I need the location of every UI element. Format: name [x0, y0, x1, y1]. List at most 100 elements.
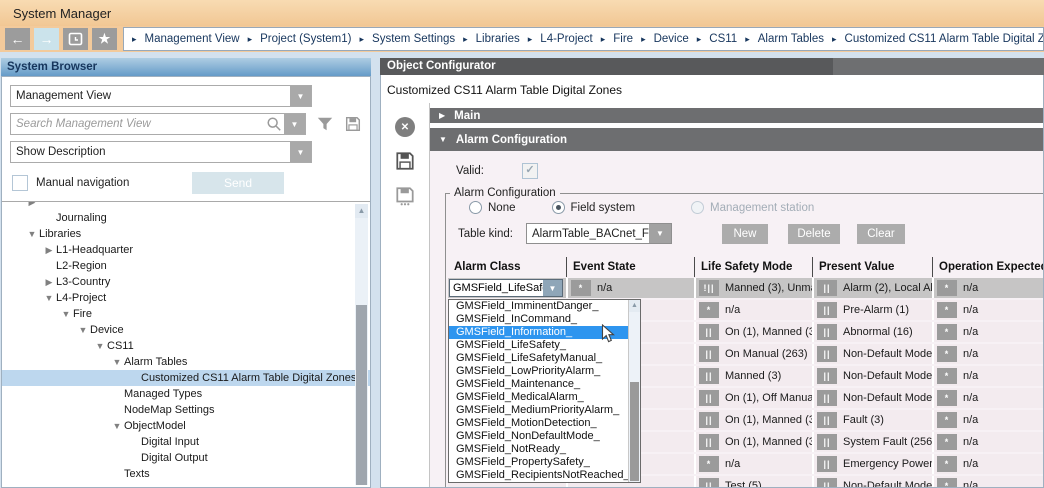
- alarm-class-editor[interactable]: GMSField_LifeSafe▼: [449, 279, 563, 297]
- tree-item[interactable]: ▶: [2, 201, 370, 210]
- discard-button[interactable]: ✕: [395, 117, 415, 137]
- manual-navigation-checkbox[interactable]: [12, 175, 28, 191]
- cell-life-safety-mode[interactable]: ||On (1), Off Manual: [694, 388, 812, 408]
- tree-item[interactable]: Customized CS11 Alarm Table Digital Zone…: [2, 370, 370, 386]
- valid-checkbox[interactable]: ✓: [522, 163, 538, 179]
- forward-button[interactable]: →: [34, 28, 59, 50]
- tree-item[interactable]: ▼Device: [2, 322, 370, 338]
- dropdown-item[interactable]: GMSField_MotionDetection_: [449, 417, 640, 430]
- chevron-down-icon[interactable]: ▼: [543, 280, 562, 296]
- tree-item[interactable]: Journaling: [2, 210, 370, 226]
- radio-field-system[interactable]: [552, 201, 565, 214]
- dropdown-item[interactable]: GMSField_NonDefaultMode_: [449, 430, 640, 443]
- cell-operation-expected[interactable]: *n/a: [932, 410, 1043, 430]
- expander-icon[interactable]: ▶: [42, 277, 56, 288]
- tree-item[interactable]: ▶L1-Headquarter: [2, 242, 370, 258]
- tree-item[interactable]: Texts: [2, 466, 370, 482]
- breadcrumb-item[interactable]: L4-Project: [540, 33, 592, 45]
- scroll-up-icon[interactable]: ▲: [629, 300, 640, 312]
- cell-present-value[interactable]: ||Emergency Power: [812, 454, 932, 474]
- cell-operation-expected[interactable]: *n/a: [932, 300, 1043, 320]
- expander-icon[interactable]: ▶: [25, 201, 39, 208]
- chevron-down-icon[interactable]: ▼: [290, 142, 311, 162]
- cell-present-value[interactable]: ||Alarm (2), Local Ala: [812, 278, 932, 298]
- cell-operation-expected[interactable]: *n/a: [932, 476, 1043, 487]
- send-button[interactable]: Send: [192, 172, 284, 194]
- dropdown-item[interactable]: GMSField_LowPriorityAlarm_: [449, 365, 640, 378]
- section-main[interactable]: ▶ Main: [430, 108, 1043, 123]
- cell-present-value[interactable]: ||Fault (3): [812, 410, 932, 430]
- cell-present-value[interactable]: ||System Fault (256): [812, 432, 932, 452]
- dropdown-item[interactable]: GMSField_MedicalAlarm_: [449, 391, 640, 404]
- dropdown-item[interactable]: GMSField_ImminentDanger_: [449, 300, 640, 313]
- expander-icon[interactable]: ▼: [59, 309, 73, 319]
- search-input[interactable]: [11, 117, 266, 131]
- expander-icon[interactable]: ▶: [42, 245, 56, 256]
- section-alarm-configuration[interactable]: ▼ Alarm Configuration: [430, 128, 1043, 151]
- expander-icon[interactable]: ▼: [110, 421, 124, 431]
- cell-life-safety-mode[interactable]: *n/a: [694, 454, 812, 474]
- chevron-down-icon[interactable]: ▼: [290, 86, 311, 106]
- breadcrumb-item[interactable]: Fire: [613, 33, 633, 45]
- dropdown-item[interactable]: GMSField_RecipientsNotReached_: [449, 469, 640, 482]
- delete-button[interactable]: Delete: [788, 224, 840, 244]
- scrollbar-thumb[interactable]: [630, 382, 639, 481]
- expander-icon[interactable]: ▼: [76, 325, 90, 335]
- tree-item[interactable]: ▼Fire: [2, 306, 370, 322]
- cell-operation-expected[interactable]: *n/a: [932, 344, 1043, 364]
- tree-scrollbar[interactable]: ▲: [355, 204, 368, 485]
- history-button[interactable]: [63, 28, 88, 50]
- new-button[interactable]: New: [722, 224, 768, 244]
- expander-icon[interactable]: ▼: [42, 293, 56, 303]
- chevron-down-icon[interactable]: ▼: [649, 224, 671, 243]
- scroll-up-icon[interactable]: ▲: [355, 204, 368, 218]
- expander-icon[interactable]: ▼: [110, 357, 124, 367]
- table-kind-selector[interactable]: AlarmTable_BACnet_FS20 ▼: [526, 223, 672, 244]
- cell-operation-expected[interactable]: *n/a: [932, 388, 1043, 408]
- chevron-down-icon[interactable]: ▼: [284, 114, 305, 134]
- tree-item[interactable]: ▼Alarm Tables: [2, 354, 370, 370]
- cell-life-safety-mode[interactable]: ||On (1), Manned (3): [694, 410, 812, 430]
- cell-present-value[interactable]: ||Pre-Alarm (1): [812, 300, 932, 320]
- tree-item[interactable]: Digital Input: [2, 434, 370, 450]
- tree-item[interactable]: ▼Libraries: [2, 226, 370, 242]
- save-button[interactable]: [394, 150, 416, 172]
- cell-present-value[interactable]: ||Non-Default Mode: [812, 344, 932, 364]
- tree-item[interactable]: ▼CS11: [2, 338, 370, 354]
- tree-item[interactable]: ▼ObjectModel: [2, 418, 370, 434]
- cell-present-value[interactable]: ||Non-Default Mode: [812, 388, 932, 408]
- breadcrumb-item[interactable]: System Settings: [372, 33, 455, 45]
- dropdown-item[interactable]: GMSField_NotReady_: [449, 443, 640, 456]
- cell-life-safety-mode[interactable]: ||On (1), Manned (3): [694, 432, 812, 452]
- breadcrumb-item[interactable]: Management View: [145, 33, 240, 45]
- breadcrumb-item[interactable]: Project (System1): [260, 33, 351, 45]
- cell-operation-expected[interactable]: *n/a: [932, 432, 1043, 452]
- dropdown-item[interactable]: GMSField_PropertySafety_: [449, 456, 640, 469]
- cell-present-value[interactable]: ||Non-Default Mode: [812, 366, 932, 386]
- cell-alarm-class[interactable]: GMSField_LifeSafe▼: [448, 278, 566, 298]
- view-selector[interactable]: Management View ▼: [10, 85, 312, 107]
- expander-icon[interactable]: ▼: [93, 341, 107, 351]
- filter-button[interactable]: [316, 115, 334, 133]
- cell-present-value[interactable]: ||Abnormal (16): [812, 322, 932, 342]
- tree-item[interactable]: Managed Types: [2, 386, 370, 402]
- radio-none[interactable]: [469, 201, 482, 214]
- breadcrumb-item[interactable]: Libraries: [476, 33, 520, 45]
- cell-life-safety-mode[interactable]: ||On Manual (263): [694, 344, 812, 364]
- dropdown-item[interactable]: GMSField_Maintenance_: [449, 378, 640, 391]
- save-as-button[interactable]: [394, 185, 416, 207]
- tree-item[interactable]: ▼L4-Project: [2, 290, 370, 306]
- save-search-button[interactable]: [344, 115, 362, 133]
- tree-item[interactable]: ▶L3-Country: [2, 274, 370, 290]
- cell-life-safety-mode[interactable]: ||Test (5): [694, 476, 812, 487]
- description-selector[interactable]: Show Description ▼: [10, 141, 312, 163]
- cell-life-safety-mode[interactable]: *n/a: [694, 300, 812, 320]
- cell-life-safety-mode[interactable]: ||Manned (3): [694, 366, 812, 386]
- back-button[interactable]: ←: [5, 28, 30, 50]
- cell-operation-expected[interactable]: *n/a: [932, 454, 1043, 474]
- dropdown-scrollbar[interactable]: ▲: [628, 300, 640, 482]
- cell-event-state[interactable]: *n/a: [566, 278, 694, 298]
- breadcrumb-item[interactable]: Device: [654, 33, 689, 45]
- favorites-button[interactable]: ★: [92, 28, 117, 50]
- cell-present-value[interactable]: ||Non-Default Mode: [812, 476, 932, 487]
